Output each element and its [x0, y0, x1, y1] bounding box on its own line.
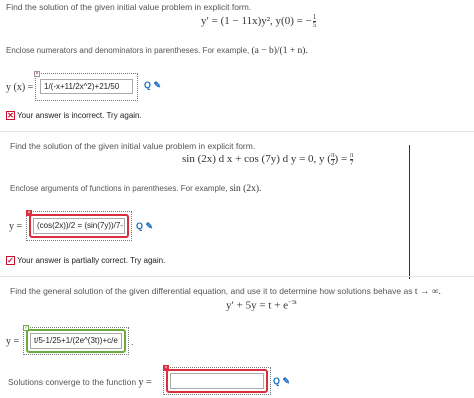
q1-instruction-example: (a − b)/(1 + n).	[251, 46, 308, 56]
q1-equation: y′ = (1 − 11x)y², y(0) = −1 5	[201, 14, 317, 29]
search-icon[interactable]: Q	[136, 221, 143, 231]
q3-exponent: −3t	[287, 299, 297, 306]
q3-converge-marker-icon: ×	[163, 365, 169, 371]
q1-frac-den: 5	[312, 21, 317, 29]
vertical-rule	[409, 145, 410, 279]
q3-prompt: Find the general solution of the given d…	[10, 286, 441, 297]
divider	[0, 276, 474, 277]
q1-tools: Q ✎	[144, 80, 161, 91]
q3-prompt-text: Find the general solution of the given d…	[10, 286, 413, 296]
q1-answer-label: y (x) =	[6, 82, 34, 93]
q2-prompt: Find the solution of the given initial v…	[10, 141, 256, 151]
q2-frac-out: π7	[349, 152, 354, 167]
search-icon[interactable]: Q	[273, 376, 280, 386]
q3-converge-label: Solutions converge to the function	[8, 377, 137, 387]
q2-status-marker-icon: ×	[26, 210, 32, 216]
q3-converge-var: y =	[138, 377, 152, 388]
q1-instruction: Enclose numerators and denominators in p…	[6, 46, 308, 56]
q3-status-marker-icon: ✓	[23, 325, 29, 331]
partial-icon: ✓	[6, 256, 15, 265]
q2-tools: Q ✎	[136, 221, 153, 232]
q3-answer-trailing-period: .	[131, 337, 134, 347]
q3-prompt-limit: t → ∞.	[414, 287, 441, 297]
edit-icon[interactable]: ✎	[154, 80, 162, 90]
q1-fraction: 15	[312, 14, 317, 29]
q1-instruction-text: Enclose numerators and denominators in p…	[6, 46, 250, 55]
q1-status-marker-icon: ×	[34, 71, 40, 77]
q3-equation: y′ + 5y = t + e−3t	[226, 299, 297, 312]
divider	[0, 131, 474, 132]
q2-instruction-text: Enclose arguments of functions in parent…	[10, 184, 228, 193]
edit-icon[interactable]: ✎	[146, 221, 154, 231]
q3-answer-input[interactable]: t/5-1/25+1/(2e^(3t))+c/e	[30, 333, 122, 349]
q3-equation-text: y′ + 5y = t + e	[226, 299, 288, 312]
q2-frac-out-den: 7	[349, 159, 354, 167]
search-icon[interactable]: Q	[144, 80, 151, 90]
q2-answer-input[interactable]: (cos(2x))/2 = (sin(7y))/7-	[33, 218, 125, 234]
q3-converge-row: Solutions converge to the function y =	[8, 377, 152, 388]
q2-instruction: Enclose arguments of functions in parent…	[10, 184, 261, 194]
q3-tools: Q ✎	[273, 376, 290, 387]
q1-equation-text: y′ = (1 − 11x)y², y(0) = −	[201, 15, 312, 28]
q1-answer-input[interactable]: 1/(-x+11/2x^2)+21/50	[40, 79, 133, 94]
q2-instruction-example: sin (2x).	[229, 184, 262, 194]
q2-equation: sin (2x) d x + cos (7y) d y = 0, y (π 2) …	[182, 152, 354, 167]
q2-status-text: Your answer is partially correct. Try ag…	[17, 256, 166, 265]
q1-status: ✕ Your answer is incorrect. Try again.	[6, 111, 142, 120]
edit-icon[interactable]: ✎	[283, 376, 291, 386]
q2-equation-b: ) =	[334, 153, 348, 166]
q2-answer-label: y =	[9, 221, 23, 232]
q2-status: ✓ Your answer is partially correct. Try …	[6, 256, 165, 265]
incorrect-icon: ✕	[6, 111, 15, 120]
q3-converge-input[interactable]	[170, 373, 264, 389]
q1-prompt: Find the solution of the given initial v…	[6, 2, 252, 12]
q2-equation-a: sin (2x) d x + cos (7y) d y = 0, y (	[182, 153, 331, 166]
q3-answer-label: y =	[6, 336, 20, 347]
q1-status-text: Your answer is incorrect. Try again.	[17, 111, 142, 120]
